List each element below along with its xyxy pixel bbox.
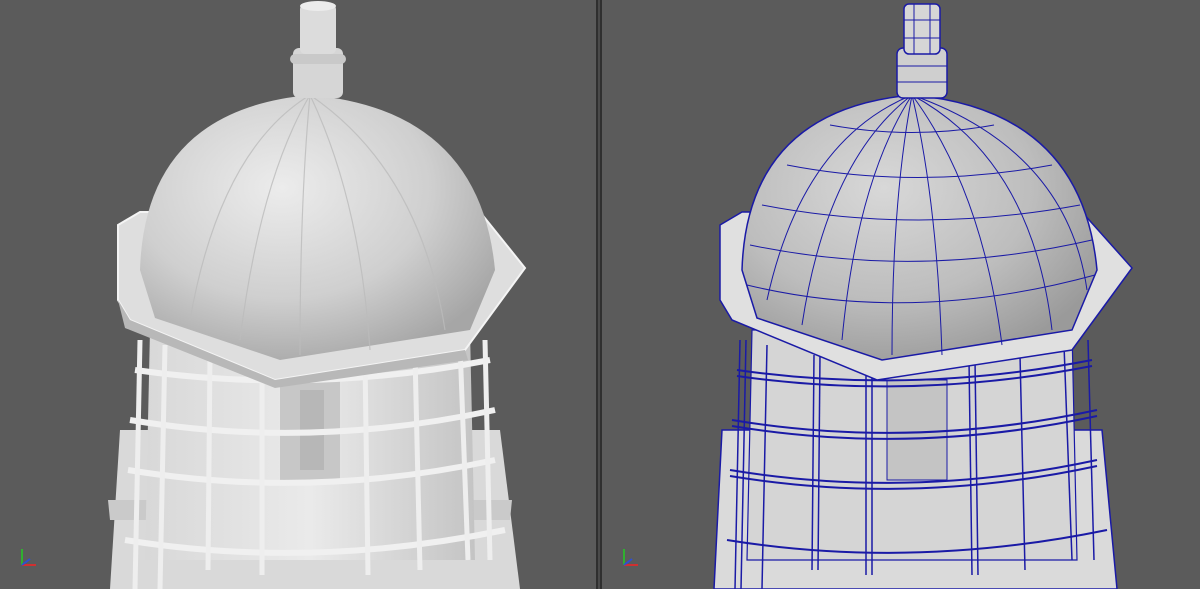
lighthouse-shaded-model [108,1,527,589]
viewport-area [0,0,1200,589]
viewport-shaded[interactable] [0,0,596,589]
viewport-wireframe[interactable] [602,0,1200,589]
axis-gizmo-icon [21,549,36,566]
lighthouse-wireframe-model [713,3,1133,589]
axis-gizmo-icon [623,549,638,566]
